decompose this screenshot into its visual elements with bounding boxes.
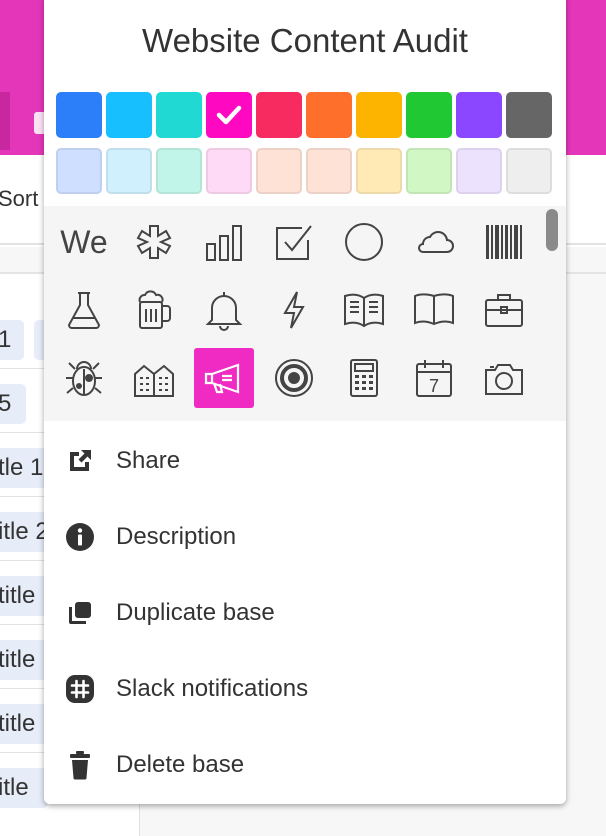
- color-swatch[interactable]: [506, 148, 552, 194]
- open-book-icon: [344, 293, 384, 328]
- color-swatch[interactable]: [256, 92, 302, 138]
- bell-icon: [205, 292, 243, 331]
- color-swatch[interactable]: [156, 148, 202, 194]
- color-swatch[interactable]: [456, 148, 502, 194]
- lightning-icon: [283, 291, 305, 329]
- color-swatch[interactable]: [306, 92, 352, 138]
- target-icon: [275, 359, 313, 397]
- slack-icon: [64, 673, 96, 705]
- icon-option[interactable]: [54, 280, 114, 340]
- icon-option[interactable]: [124, 348, 184, 408]
- grid-cell[interactable]: itle: [0, 768, 48, 808]
- cloud-icon: [418, 231, 454, 253]
- color-swatch[interactable]: [356, 148, 402, 194]
- delete-menu-item[interactable]: Delete base: [44, 727, 566, 803]
- icon-option[interactable]: [474, 348, 534, 408]
- icon-option[interactable]: We: [54, 212, 114, 272]
- base-name-title[interactable]: Website Content Audit: [44, 22, 566, 60]
- icon-option[interactable]: [404, 212, 464, 272]
- icon-option[interactable]: [264, 212, 324, 272]
- bar-chart-icon: [206, 225, 242, 261]
- color-swatches-dark: [56, 92, 552, 138]
- color-swatch[interactable]: [506, 92, 552, 138]
- icon-option[interactable]: 7: [404, 348, 464, 408]
- bug-icon: [66, 361, 102, 396]
- info-icon: [64, 521, 96, 553]
- calculator-icon: [350, 359, 378, 397]
- icon-option[interactable]: [124, 212, 184, 272]
- color-swatches-light: [56, 148, 552, 194]
- base-tab[interactable]: [0, 92, 10, 150]
- color-swatch[interactable]: [206, 148, 252, 194]
- icon-option[interactable]: [474, 280, 534, 340]
- color-swatch[interactable]: [256, 148, 302, 194]
- duplicate-icon: [64, 597, 96, 629]
- megaphone-icon: [204, 363, 240, 394]
- buildings-icon: [134, 364, 174, 397]
- grid-cell[interactable]: title: [0, 704, 48, 744]
- duplicate-menu-item[interactable]: Duplicate base: [44, 575, 566, 651]
- icon-option[interactable]: [334, 280, 394, 340]
- grid-cell[interactable]: 1: [0, 320, 24, 360]
- icon-option[interactable]: [264, 348, 324, 408]
- asterisk-icon: [136, 225, 172, 259]
- share-icon: [64, 445, 96, 477]
- text-abbrev-icon: We: [60, 223, 108, 260]
- grid-cell[interactable]: title: [0, 640, 48, 680]
- color-swatch[interactable]: [106, 148, 152, 194]
- barcode-icon: [486, 225, 522, 259]
- base-menu: Share Description Duplicate base Slack n…: [44, 423, 566, 803]
- icon-option[interactable]: [334, 212, 394, 272]
- grid-cell[interactable]: 5: [0, 384, 26, 424]
- trash-icon: [64, 749, 96, 781]
- icon-option[interactable]: [264, 280, 324, 340]
- icon-option[interactable]: [334, 348, 394, 408]
- color-swatch-selected[interactable]: [206, 92, 252, 138]
- share-label: Share: [116, 447, 181, 474]
- checkbox-icon: [276, 225, 312, 260]
- icon-picker-scrollbar[interactable]: [546, 209, 558, 251]
- slack-label: Slack notifications: [116, 675, 309, 702]
- grid-cell[interactable]: itle 2: [0, 512, 48, 552]
- icon-grid: We 7: [54, 212, 534, 408]
- description-menu-item[interactable]: Description: [44, 499, 566, 575]
- color-swatch[interactable]: [456, 92, 502, 138]
- color-swatch[interactable]: [356, 92, 402, 138]
- book-icon: [414, 293, 454, 326]
- share-menu-item[interactable]: Share: [44, 423, 566, 499]
- icon-option-selected[interactable]: [194, 348, 254, 408]
- color-swatch[interactable]: [406, 92, 452, 138]
- flask-icon: [67, 292, 101, 329]
- icon-option[interactable]: [194, 280, 254, 340]
- icon-option[interactable]: [194, 212, 254, 272]
- description-label: Description: [116, 523, 237, 550]
- grid-cell[interactable]: title: [0, 576, 48, 616]
- color-swatch[interactable]: [56, 92, 102, 138]
- icon-option[interactable]: [54, 348, 114, 408]
- slack-menu-item[interactable]: Slack notifications: [44, 651, 566, 727]
- color-swatch[interactable]: [406, 148, 452, 194]
- grid-cell[interactable]: tle 1: [0, 448, 48, 488]
- calendar-day: 7: [429, 376, 439, 396]
- icon-option[interactable]: [474, 212, 534, 272]
- delete-label: Delete base: [116, 751, 245, 778]
- checkmark-icon: [216, 105, 242, 125]
- color-swatch[interactable]: [106, 92, 152, 138]
- sort-button[interactable]: Sort: [0, 186, 38, 212]
- camera-icon: [485, 364, 523, 395]
- color-swatch[interactable]: [306, 148, 352, 194]
- base-customize-popover: Website Content Audit We 7 Share Descrip…: [44, 0, 566, 804]
- icon-option[interactable]: [404, 280, 464, 340]
- color-swatch[interactable]: [56, 148, 102, 194]
- circle-icon: [345, 223, 383, 261]
- briefcase-icon: [485, 294, 523, 327]
- color-swatch[interactable]: [156, 92, 202, 138]
- duplicate-label: Duplicate base: [116, 599, 275, 626]
- calendar-icon: 7: [416, 360, 452, 397]
- icon-option[interactable]: [124, 280, 184, 340]
- beer-mug-icon: [138, 290, 171, 329]
